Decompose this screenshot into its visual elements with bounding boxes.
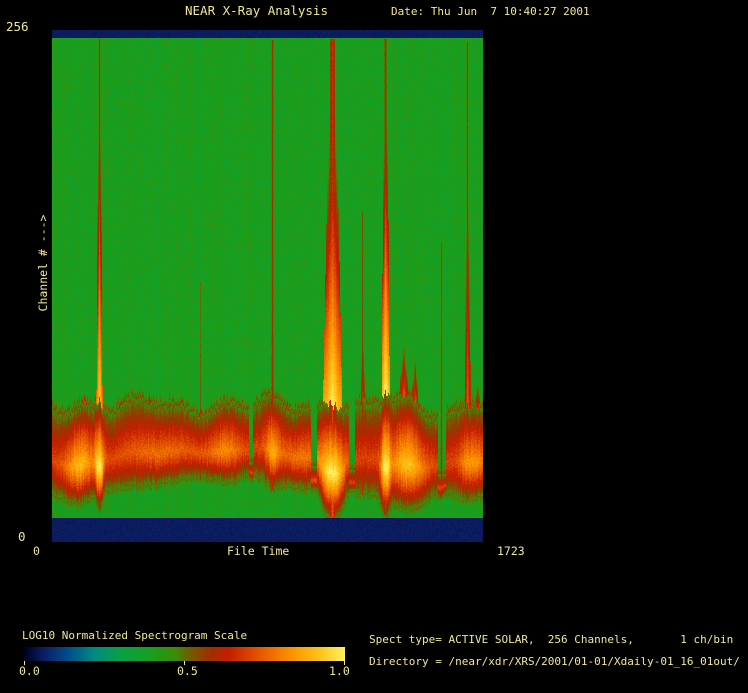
directory-line: Directory = /near/xdr/XRS/2001/01-01/Xda… [369, 656, 740, 667]
x-axis-min-label: 0 [33, 546, 40, 558]
colorbar-tick-label-max: 1.0 [329, 666, 350, 678]
y-axis-max-label: 256 [6, 21, 29, 34]
colorbar-canvas [24, 647, 345, 661]
colorbar-tick-label-min: 0.0 [19, 666, 40, 678]
spectrogram-canvas [52, 30, 483, 542]
x-axis-max-label: 1723 [497, 546, 525, 558]
spect-type-line: Spect type= ACTIVE SOLAR, 256 Channels, … [369, 634, 733, 645]
near-xray-analysis-window: NEAR X-Ray Analysis Date: Thu Jun 7 10:4… [0, 0, 748, 693]
y-axis-title: Channel # ---> [38, 214, 50, 312]
colorbar-tick-label-mid: 0.5 [177, 666, 198, 678]
date-label: Date: Thu Jun 7 10:40:27 2001 [391, 6, 590, 17]
y-axis-min-label: 0 [18, 531, 26, 544]
x-axis-title: File Time [227, 546, 289, 558]
colorbar-title: LOG10 Normalized Spectrogram Scale [22, 630, 247, 641]
page-title: NEAR X-Ray Analysis [185, 5, 328, 18]
